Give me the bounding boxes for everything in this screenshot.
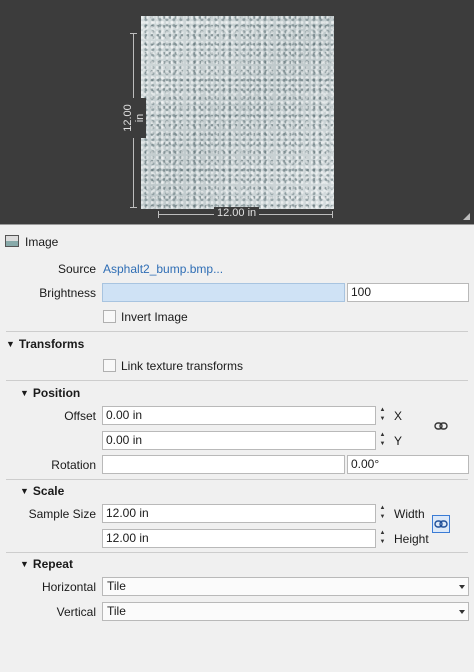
offset-x-input[interactable]: 0.00 in: [102, 406, 376, 425]
width-dimension-label: 12.00 in: [214, 207, 260, 219]
triangle-down-icon: ▼: [6, 339, 15, 349]
offset-x-axis-label: X: [394, 409, 403, 423]
rotation-label: Rotation: [51, 458, 96, 472]
offset-y-spinner[interactable]: ▲ ▼: [376, 431, 389, 450]
separator: [6, 552, 468, 553]
offset-link-button[interactable]: [432, 417, 450, 435]
brightness-slider[interactable]: [102, 283, 345, 302]
source-label: Source: [57, 262, 96, 276]
transforms-header[interactable]: ▼ Transforms: [6, 337, 84, 351]
link-transforms-label: Link texture transforms: [121, 359, 244, 373]
sample-height-spinner[interactable]: ▲ ▼: [376, 529, 389, 548]
separator: [6, 380, 468, 381]
sample-height-label: Height: [394, 532, 429, 546]
horizontal-label: Horizontal: [41, 580, 96, 594]
chevron-down-icon: [459, 610, 465, 614]
resize-grip-icon[interactable]: [463, 213, 470, 220]
height-dimension-label: 12.00 in: [122, 98, 146, 138]
offset-label: Offset: [64, 409, 96, 423]
link-transforms-checkbox[interactable]: [103, 359, 116, 372]
triangle-down-icon: ▼: [20, 388, 29, 398]
vertical-label: Vertical: [56, 605, 96, 619]
sample-width-spinner[interactable]: ▲ ▼: [376, 504, 389, 523]
horizontal-repeat-dropdown[interactable]: Tile: [102, 577, 469, 596]
sample-width-label: Width: [394, 507, 425, 521]
separator: [6, 331, 468, 332]
horizontal-repeat-value: Tile: [107, 579, 126, 593]
invert-image-label: Invert Image: [121, 310, 188, 324]
chain-link-icon: [434, 520, 448, 528]
image-section-title: Image: [25, 235, 59, 249]
chain-link-icon: [434, 422, 448, 430]
brightness-label: Brightness: [39, 286, 96, 300]
chevron-down-icon: [459, 585, 465, 589]
invert-image-checkbox[interactable]: [103, 310, 116, 323]
vertical-repeat-dropdown[interactable]: Tile: [102, 602, 469, 621]
offset-y-axis-label: Y: [394, 434, 403, 448]
offset-x-spinner[interactable]: ▲ ▼: [376, 406, 389, 425]
source-link[interactable]: Asphalt2_bump.bmp...: [103, 262, 223, 276]
vertical-repeat-value: Tile: [107, 604, 126, 618]
separator: [6, 479, 468, 480]
scale-link-button[interactable]: [432, 515, 450, 533]
rotation-slider[interactable]: [102, 455, 345, 474]
brightness-input[interactable]: 100: [347, 283, 469, 302]
texture-thumbnail: [141, 16, 334, 209]
texture-preview: 12.00 in 12.00 in: [0, 0, 474, 224]
sample-size-label: Sample Size: [28, 507, 96, 521]
sample-width-input[interactable]: 12.00 in: [102, 504, 376, 523]
rotation-input[interactable]: 0.00°: [347, 455, 469, 474]
image-icon: [5, 235, 19, 247]
sample-height-input[interactable]: 12.00 in: [102, 529, 376, 548]
offset-y-input[interactable]: 0.00 in: [102, 431, 376, 450]
properties-panel: Image Source Asphalt2_bump.bmp... Bright…: [0, 224, 474, 672]
triangle-down-icon: ▼: [20, 486, 29, 496]
repeat-header[interactable]: ▼ Repeat: [20, 557, 73, 571]
scale-header[interactable]: ▼ Scale: [20, 484, 64, 498]
position-header[interactable]: ▼ Position: [20, 386, 80, 400]
triangle-down-icon: ▼: [20, 559, 29, 569]
